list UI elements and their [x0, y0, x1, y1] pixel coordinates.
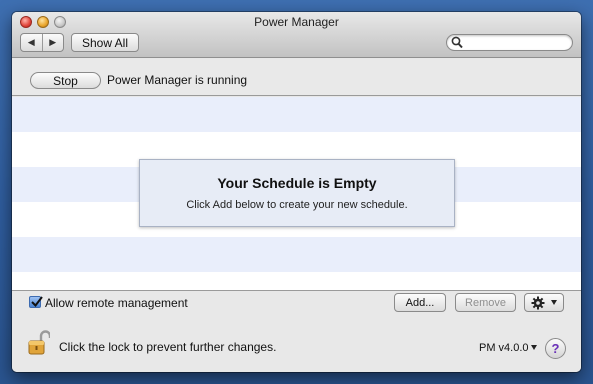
lock-instruction-text: Click the lock to prevent further change…	[59, 340, 277, 354]
search-field[interactable]	[446, 34, 573, 51]
gear-menu-button[interactable]	[524, 293, 564, 312]
checkmark-icon	[31, 296, 43, 308]
add-button[interactable]: Add...	[394, 293, 446, 312]
title-bar: Power Manager ◀ ▶ Show All	[12, 12, 581, 58]
gear-icon	[531, 296, 545, 309]
version-label[interactable]: PM v4.0.0	[479, 342, 529, 354]
help-button[interactable]: ?	[545, 338, 566, 359]
forward-arrow-icon[interactable]: ▶	[43, 34, 64, 51]
padlock-open-icon[interactable]	[28, 330, 50, 356]
bottom-panel: Allow remote management Add... Remove Cl…	[12, 292, 581, 372]
schedule-row-stripe	[12, 97, 581, 132]
chevron-down-icon	[551, 300, 557, 305]
schedule-row-stripe	[12, 237, 581, 272]
window-title: Power Manager	[254, 15, 339, 29]
search-icon	[451, 36, 463, 49]
version-dropdown-icon[interactable]	[531, 345, 537, 350]
allow-remote-label[interactable]: Allow remote management	[45, 296, 188, 310]
navigation-segmented-control: ◀ ▶	[20, 33, 64, 52]
power-manager-window: Power Manager ◀ ▶ Show All Stop Power Ma…	[12, 12, 581, 372]
status-bar: Stop Power Manager is running	[12, 59, 581, 96]
empty-schedule-title: Your Schedule is Empty	[217, 175, 377, 191]
empty-schedule-subtitle: Click Add below to create your new sched…	[186, 199, 408, 211]
search-input[interactable]	[465, 36, 565, 49]
stop-button[interactable]: Stop	[30, 72, 101, 89]
status-message: Power Manager is running	[107, 73, 248, 87]
schedule-list[interactable]: Your Schedule is Empty Click Add below t…	[12, 97, 581, 291]
empty-schedule-panel: Your Schedule is Empty Click Add below t…	[139, 159, 455, 227]
back-arrow-icon[interactable]: ◀	[21, 34, 43, 51]
allow-remote-checkbox[interactable]	[29, 296, 43, 308]
show-all-button[interactable]: Show All	[71, 33, 139, 52]
remove-button[interactable]: Remove	[455, 293, 516, 312]
